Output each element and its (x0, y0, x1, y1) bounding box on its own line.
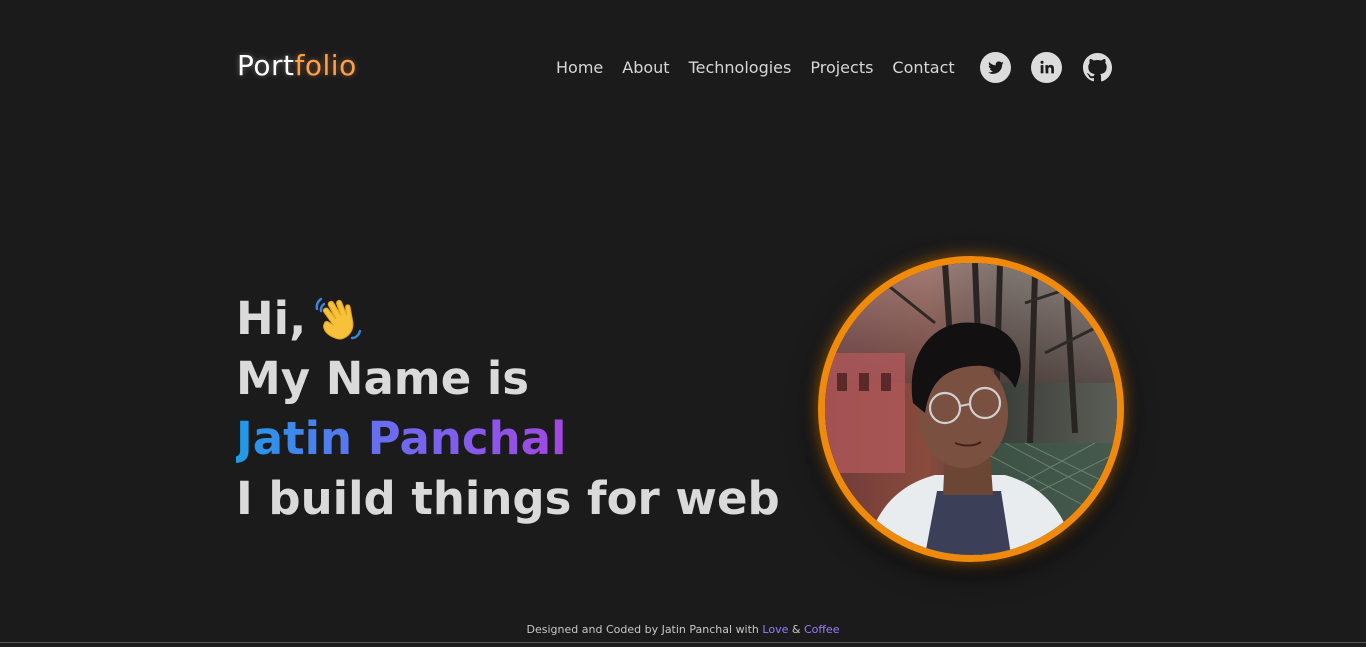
nav-projects[interactable]: Projects (810, 57, 873, 79)
github-icon[interactable] (1082, 52, 1113, 83)
social-links (980, 52, 1113, 83)
hero-greeting: Hi, (236, 292, 307, 345)
nav-contact[interactable]: Contact (892, 57, 954, 79)
footer-ampersand: & (788, 623, 804, 636)
hero-line-name-intro: My Name is (236, 352, 530, 405)
footer-coffee: Coffee (803, 623, 840, 636)
hero-intro: Hi, My Name is Jatin Panchal I build thi… (236, 289, 780, 529)
profile-photo (818, 256, 1124, 562)
hero-name: Jatin Panchal (236, 412, 567, 465)
nav-technologies[interactable]: Technologies (689, 57, 792, 79)
main-nav: Home About Technologies Projects Contact (556, 57, 955, 79)
profile-photo-illustration (825, 263, 1117, 555)
hero-tagline: I build things for web (236, 472, 780, 525)
hero-name-line: Jatin Panchal (236, 409, 780, 469)
twitter-icon[interactable] (980, 52, 1011, 83)
logo-part-port: Port (237, 49, 295, 82)
footer-divider (0, 642, 1366, 643)
logo[interactable]: Portfolio (237, 48, 357, 84)
nav-about[interactable]: About (622, 57, 669, 79)
linkedin-icon[interactable] (1031, 52, 1062, 83)
footer-love: Love (762, 623, 789, 636)
portfolio-page: Portfolio Home About Technologies Projec… (0, 0, 1366, 647)
site-footer: Designed and Coded by Jatin Panchal with… (0, 622, 1366, 638)
hero-greeting-line: Hi, (236, 289, 780, 349)
waving-hand-icon (315, 297, 362, 340)
nav-home[interactable]: Home (556, 57, 603, 79)
logo-part-folio: folio (294, 49, 357, 82)
footer-credit: Designed and Coded by Jatin Panchal with (526, 623, 763, 636)
